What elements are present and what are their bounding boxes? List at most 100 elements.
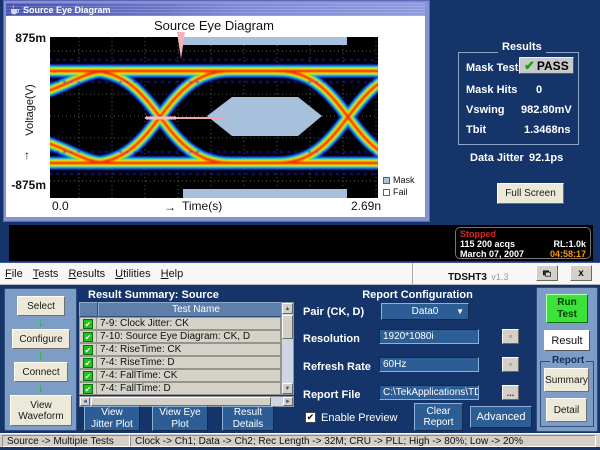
menu-results[interactable]: Results	[68, 268, 105, 280]
resolution-field[interactable]: 1920*1080i	[379, 329, 479, 344]
acquisition-status-box: Stopped 115 200 acqs RL:1.0k March 07, 2…	[455, 227, 591, 259]
run-test-button[interactable]: Run Test	[546, 294, 588, 323]
row-check-icon: ✔	[83, 371, 93, 381]
table-row[interactable]: ✔ 7-4: RiseTime: D	[79, 356, 281, 369]
keypad-icon	[509, 332, 512, 341]
plot-title: Source Eye Diagram	[50, 18, 378, 33]
resolution-keypad-button[interactable]	[502, 329, 519, 344]
test-name-cell[interactable]: 7-4: RiseTime: D	[97, 356, 281, 369]
pass-text: PASS	[537, 59, 569, 73]
table-row[interactable]: ✔ 7-4: FallTime: D	[79, 382, 281, 395]
advanced-button[interactable]: Advanced	[470, 406, 532, 428]
row-check-icon: ✔	[83, 332, 93, 342]
close-button[interactable]: x	[570, 265, 592, 281]
table-vertical-scrollbar[interactable]: ▲ ▼	[281, 302, 294, 395]
scroll-right-button[interactable]: ►	[283, 397, 293, 406]
view-waveform-button[interactable]: View Waveform	[10, 395, 72, 426]
pass-cell: ✔	[79, 317, 97, 330]
test-name-cell[interactable]: 7-9: Clock Jitter: CK	[97, 317, 281, 330]
report-config-title: Report Configuration	[300, 289, 535, 301]
result-details-button[interactable]: Result Details	[222, 406, 274, 431]
eye-window-titlebar[interactable]: Source Eye Diagram	[6, 3, 425, 16]
pair-dropdown[interactable]: Data0 ▼	[381, 303, 469, 320]
action-panel: Run Test Result Report Summary Detail	[536, 287, 598, 432]
full-screen-button[interactable]: Full Screen	[497, 183, 564, 204]
test-name-cell[interactable]: 7-10: Source Eye Diagram: CK, D	[97, 330, 281, 343]
cursor-top-marker[interactable]	[175, 32, 187, 62]
test-name-cell[interactable]: 7-4: FallTime: D	[97, 382, 281, 395]
row-check-icon: ✔	[83, 345, 93, 355]
fail-swatch-icon	[383, 189, 390, 196]
select-button[interactable]: Select	[17, 296, 65, 316]
resolution-label: Resolution	[303, 333, 360, 345]
test-name-cell[interactable]: 7-4: RiseTime: CK	[97, 343, 281, 356]
result-button[interactable]: Result	[544, 330, 590, 351]
scroll-up-button[interactable]: ▲	[282, 303, 293, 314]
checkbox-check-icon: ✔	[307, 412, 315, 422]
mask-test-label: Mask Test	[466, 62, 518, 74]
scroll-thumb[interactable]	[91, 397, 271, 406]
report-file-field[interactable]: C:\TekApplications\TDSHT	[379, 385, 479, 400]
legend-fail-label: Fail	[393, 187, 408, 197]
status-configuration: Clock -> Ch1; Data -> Ch2; Rec Length ->…	[130, 435, 596, 447]
eye-window-body: Source Eye Diagram	[6, 16, 425, 217]
data-jitter-label: Data Jitter	[470, 152, 524, 164]
mask-hits-value: 0	[536, 84, 542, 96]
menu-help[interactable]: Help	[161, 268, 184, 280]
pass-check-icon: ✔	[524, 58, 535, 74]
results-group-title: Results	[498, 41, 546, 53]
x-axis-label: Time(s)	[182, 199, 222, 213]
refresh-rate-field[interactable]: 60Hz	[379, 357, 479, 372]
summary-button[interactable]: Summary	[544, 368, 589, 392]
application-window: Source Eye Diagram Source Eye Diagram	[0, 0, 600, 450]
menu-separator	[412, 263, 413, 284]
mask-test-result-badge: ✔ PASS	[519, 57, 574, 74]
test-name-cell[interactable]: 7-4: FallTime: CK	[97, 369, 281, 382]
pass-cell: ✔	[79, 356, 97, 369]
acq-date: March 07, 2007	[460, 249, 524, 259]
pass-cell: ✔	[79, 330, 97, 343]
menu-tests[interactable]: Tests	[33, 268, 59, 280]
wizard-arrow-icon: ↓	[5, 382, 76, 393]
pass-cell: ✔	[79, 343, 97, 356]
view-jitter-plot-button[interactable]: View Jitter Plot	[84, 406, 140, 431]
pass-cell: ✔	[79, 382, 97, 395]
refresh-keypad-button[interactable]	[502, 357, 519, 372]
acq-time: 04:58:17	[550, 249, 586, 259]
pair-label: Pair (CK, D)	[303, 306, 364, 318]
wizard-panel: Select ↓ Configure ↓ Connect ↓ View Wave…	[4, 288, 77, 431]
app-version: v1.3	[491, 272, 508, 282]
detail-button[interactable]: Detail	[546, 398, 587, 422]
status-bar: Source -> Multiple Tests Clock -> Ch1; D…	[0, 433, 600, 447]
status-source: Source -> Multiple Tests	[2, 435, 130, 447]
scroll-down-button[interactable]: ▼	[282, 383, 293, 394]
table-row[interactable]: ✔ 7-9: Clock Jitter: CK	[79, 317, 281, 330]
pass-cell: ✔	[79, 369, 97, 382]
y-axis-bottom-tick: -875m	[6, 178, 46, 192]
dropdown-arrow-icon: ▼	[456, 307, 464, 316]
menu-utilities[interactable]: Utilities	[115, 268, 150, 280]
y-axis-top-tick: 875m	[10, 31, 46, 45]
hide-app-button[interactable]	[536, 265, 558, 281]
eye-diagram-plot[interactable]	[50, 37, 378, 198]
scroll-thumb[interactable]	[282, 315, 293, 339]
table-row[interactable]: ✔ 7-4: FallTime: CK	[79, 369, 281, 382]
table-column-header: Test Name	[98, 302, 294, 317]
table-row[interactable]: ✔ 7-4: RiseTime: CK	[79, 343, 281, 356]
configure-button[interactable]: Configure	[12, 329, 70, 349]
view-eye-plot-button[interactable]: View Eye Plot	[152, 406, 208, 431]
report-group-title: Report	[550, 355, 586, 366]
wizard-arrow-icon: ↓	[5, 316, 76, 327]
result-summary-title: Result Summary: Source	[88, 289, 219, 301]
y-axis-arrow-icon: ↑	[24, 148, 30, 162]
x-axis-right-tick: 2.69n	[344, 199, 388, 213]
tbit-value: 1.3468ns	[524, 124, 570, 136]
scroll-left-button[interactable]: ◄	[80, 397, 90, 406]
connect-button[interactable]: Connect	[14, 362, 68, 382]
browse-button[interactable]: ...	[502, 385, 519, 400]
enable-preview-checkbox[interactable]: ✔	[305, 412, 316, 423]
menu-file[interactable]: File	[5, 268, 23, 280]
clear-report-button[interactable]: Clear Report	[414, 403, 463, 431]
vswing-value: 982.80mV	[521, 104, 572, 116]
table-row[interactable]: ✔ 7-10: Source Eye Diagram: CK, D	[79, 330, 281, 343]
